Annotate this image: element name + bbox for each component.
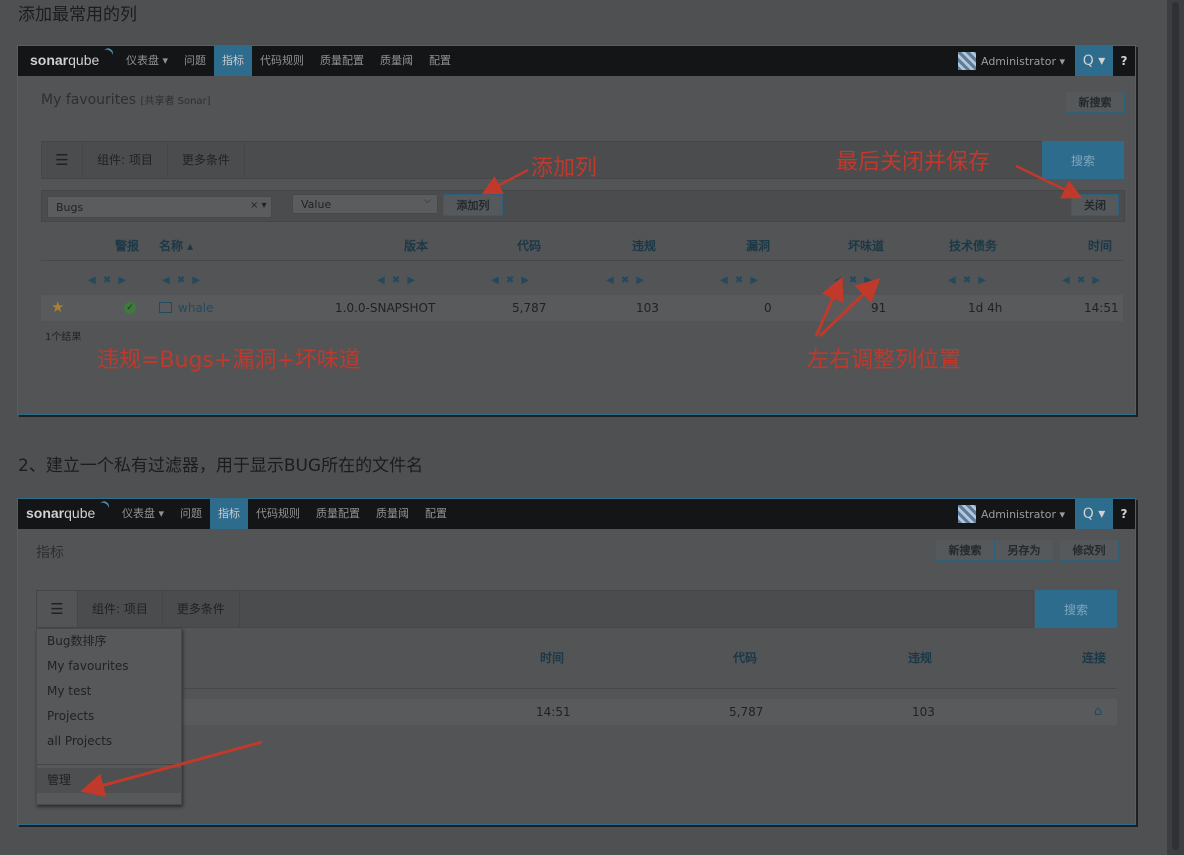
arrow-manage	[80, 740, 263, 797]
arrow-add-column	[481, 168, 529, 195]
arrow-close	[1015, 164, 1083, 199]
annotation-arrows	[80, 164, 1083, 797]
